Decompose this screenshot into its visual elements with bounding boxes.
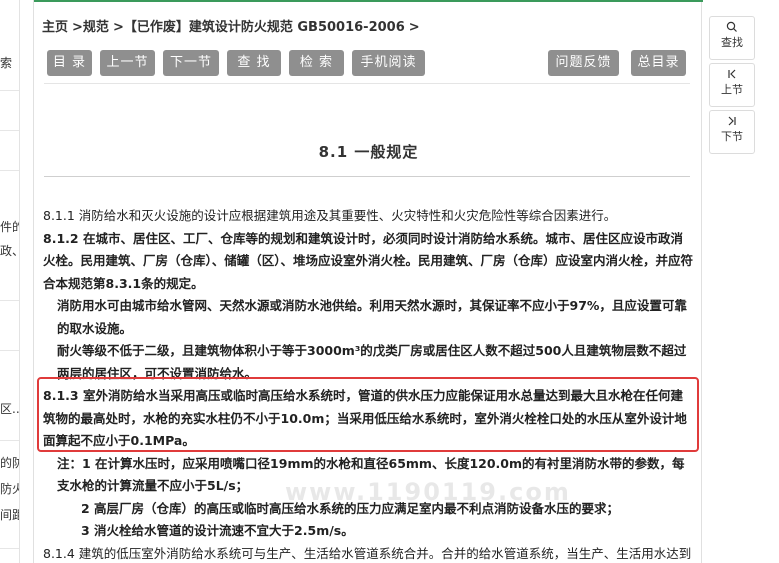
breadcrumb-doc[interactable]: 【已作废】建筑设计防火规范 GB50016-2006 [124,20,405,35]
clause-8-1-1: 8.1.1 消防给水和灭火设施的设计应根据建筑用途及其重要性、火灾特性和火灾危险… [43,208,617,223]
clause-8-1-2: 8.1.2 在城市、居住区、工厂、仓库等的规划和建筑设计时，必须同时设计消防给水… [43,230,694,291]
prev-section-button[interactable]: 上一节 [100,50,155,76]
note-3: 3 消火栓给水管道的设计流速不宜大于2.5m/s。 [81,523,354,538]
sidebar-item-text[interactable]: 区... [0,400,19,417]
sidebar-divider [0,170,19,171]
paragraph: 消防用水可由城市给水管网、天然水源或消防水池供给。利用天然水源时，其保证率不应小… [57,298,687,336]
sidebar-divider [0,350,19,351]
highlight-box [37,377,699,452]
prev-nav-button[interactable]: 上节 [709,63,755,107]
search-button[interactable]: 检 索 [289,50,344,76]
section-title: 8.1 一般规定 [318,143,419,161]
sidebar-divider [0,440,19,441]
search-icon [710,17,754,35]
sidebar-item-text[interactable]: 防火 [0,480,19,497]
sidebar-item-search[interactable]: 索 [0,54,12,71]
sidebar-divider [0,300,19,301]
sidebar-item-text[interactable]: 政、 [0,242,19,259]
prev-nav-label: 上节 [721,83,743,96]
sidebar-item-text[interactable]: 件的 [0,218,19,235]
breadcrumb-separator: > [72,20,83,35]
breadcrumb-spec[interactable]: 规范 [83,20,109,35]
feedback-button[interactable]: 问题反馈 [548,50,619,76]
breadcrumb-separator: > [408,20,420,35]
breadcrumb: 主页 >规范 >【已作废】建筑设计防火规范 GB50016-2006 > [42,16,420,35]
sidebar-item-text[interactable]: 的防 [0,454,19,471]
next-section-button[interactable]: 下一节 [163,50,219,76]
master-toc-button[interactable]: 总目录 [631,50,686,76]
floating-nav: 查找 上节 下节 [709,16,755,157]
skip-back-icon [710,64,754,82]
sidebar-fragment: 索 件的 政、 区... 的防 防火 间距 [0,0,20,563]
find-nav-label: 查找 [721,36,743,49]
watermark: www.1190119.com [285,478,571,506]
sidebar-item-text[interactable]: 间距 [0,506,19,523]
breadcrumb-home[interactable]: 主页 [42,20,68,35]
clause-8-1-4: 8.1.4 建筑的低压室外消防给水系统可与生产、生活给水管道系统合并。合并的给水… [43,545,692,561]
breadcrumb-separator: > [112,20,124,35]
sidebar-divider [0,548,19,549]
divider [44,176,690,177]
next-nav-button[interactable]: 下节 [709,110,755,154]
toolbar: 目 录 上一节 下一节 查 找 检 索 手机阅读 问题反馈 总目录 [34,50,703,76]
toc-button[interactable]: 目 录 [47,50,92,76]
sidebar-divider [0,130,19,131]
sidebar-divider [0,90,19,91]
find-button[interactable]: 查 找 [227,50,281,76]
mobile-read-button[interactable]: 手机阅读 [352,50,425,76]
next-nav-label: 下节 [721,130,743,143]
divider [44,83,690,84]
find-nav-button[interactable]: 查找 [709,16,755,60]
skip-forward-icon [710,111,754,129]
top-accent-line [34,0,703,2]
